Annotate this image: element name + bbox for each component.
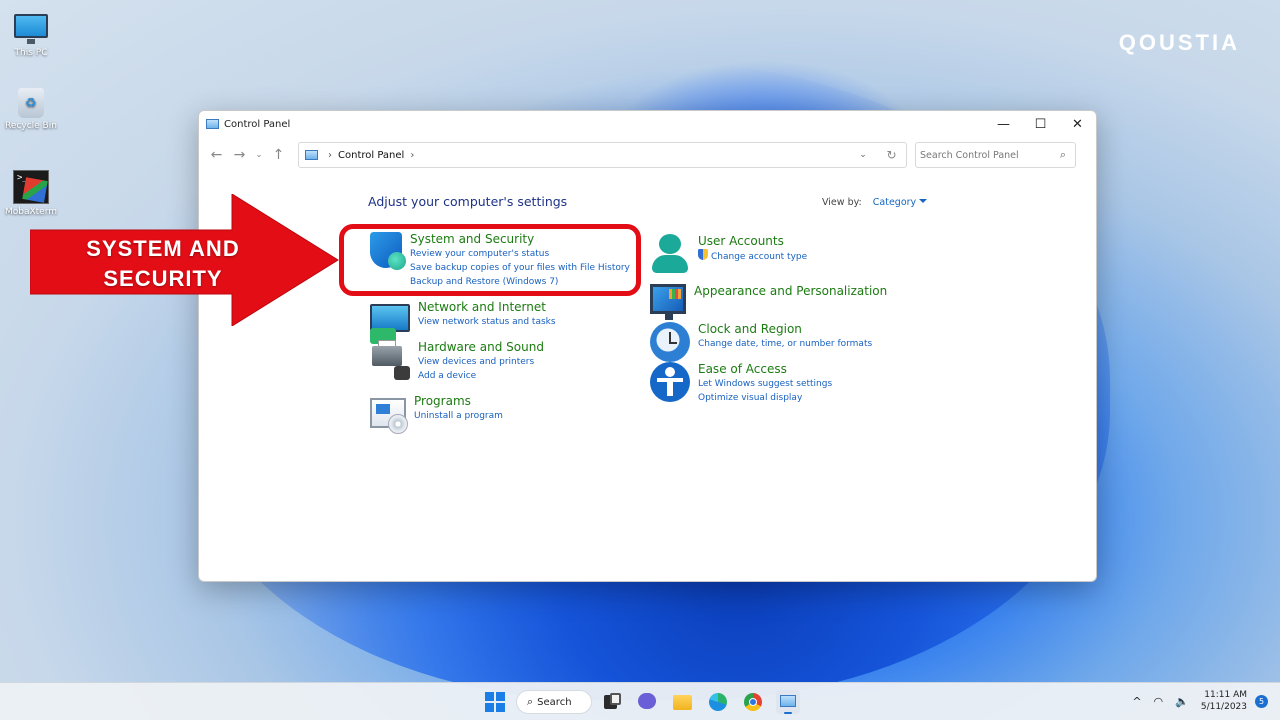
maximize-button[interactable]: ☐ — [1022, 111, 1059, 137]
start-icon[interactable] — [483, 690, 507, 714]
breadcrumb-separator: › — [328, 149, 332, 161]
system-tray: ^ ◠ 🔈 11:11 AM 5/11/2023 5 — [1132, 689, 1268, 713]
address-row: ← → ⌄ ↑ › Control Panel › ⌄ ↻ ⌕ — [199, 137, 1096, 173]
category-title[interactable]: User Accounts — [698, 234, 807, 249]
control-panel-icon — [206, 119, 219, 129]
control-panel-icon[interactable] — [776, 690, 800, 714]
clock[interactable]: 11:11 AM 5/11/2023 — [1201, 689, 1247, 713]
category-appearance: Appearance and Personalization — [650, 284, 887, 320]
view-by-dropdown[interactable]: Category — [873, 197, 916, 208]
category-programs: Programs Uninstall a program — [370, 394, 503, 434]
category-hardware-sound: Hardware and Sound View devices and prin… — [370, 340, 544, 383]
clock-date: 5/11/2023 — [1200, 702, 1247, 712]
category-link[interactable]: Uninstall a program — [414, 409, 503, 423]
desktop-icon-recycle-bin[interactable]: ♻ Recycle Bin — [0, 88, 62, 131]
recycle-bin-icon: ♻ — [18, 88, 44, 118]
uac-shield-icon — [698, 249, 708, 260]
recent-locations-button[interactable]: ⌄ — [251, 150, 267, 160]
search-icon[interactable]: ⌕ — [1051, 148, 1075, 162]
accessibility-icon[interactable] — [650, 362, 690, 402]
category-link[interactable]: Optimize visual display — [698, 391, 832, 405]
window-controls: — ☐ ✕ — [985, 111, 1096, 137]
category-link[interactable]: Let Windows suggest settings — [698, 377, 832, 391]
annotation-label: SYSTEM AND SECURITY — [86, 236, 240, 291]
file-explorer-icon[interactable] — [670, 690, 694, 714]
edge-icon[interactable] — [706, 690, 730, 714]
brand-watermark: QOUSTIA — [1118, 30, 1240, 55]
computer-icon — [14, 14, 48, 44]
address-bar[interactable]: › Control Panel › ⌄ ↻ — [298, 142, 907, 168]
up-button[interactable]: ↑ — [267, 147, 290, 163]
control-panel-window: Control Panel — ☐ ✕ ← → ⌄ ↑ › Control Pa… — [198, 110, 1097, 582]
taskbar-search-button[interactable]: ⌕ Search — [516, 690, 592, 714]
category-link[interactable]: View devices and printers — [418, 355, 544, 369]
window-title: Control Panel — [224, 118, 291, 130]
category-link[interactable]: Add a device — [418, 369, 544, 383]
page-title: Adjust your computer's settings — [368, 194, 568, 209]
category-network-internet: Network and Internet View network status… — [370, 300, 556, 344]
search-box[interactable]: ⌕ — [915, 142, 1076, 168]
category-title[interactable]: Ease of Access — [698, 362, 832, 377]
chevron-up-icon[interactable]: ^ — [1132, 695, 1141, 708]
category-title[interactable]: Hardware and Sound — [418, 340, 544, 355]
forward-button[interactable]: → — [228, 147, 251, 163]
printer-icon[interactable] — [370, 340, 410, 380]
task-view-icon[interactable] — [600, 690, 624, 714]
category-clock-region: Clock and Region Change date, time, or n… — [650, 322, 872, 362]
clock-time: 11:11 AM — [1204, 690, 1247, 700]
speaker-icon[interactable]: 🔈 — [1175, 695, 1189, 708]
wifi-icon[interactable]: ◠ — [1154, 695, 1164, 708]
category-link[interactable]: View network status and tasks — [418, 315, 556, 329]
close-button[interactable]: ✕ — [1059, 111, 1096, 137]
desktop-icon-this-pc[interactable]: This PC — [0, 8, 62, 58]
category-link[interactable]: Change date, time, or number formats — [698, 337, 872, 351]
control-panel-icon — [305, 150, 318, 160]
chevron-down-icon[interactable] — [919, 199, 928, 203]
search-icon: ⌕ — [527, 695, 534, 708]
address-dropdown-button[interactable]: ⌄ — [850, 150, 876, 160]
teams-chat-icon[interactable] — [635, 690, 659, 714]
clock-icon[interactable] — [650, 322, 690, 362]
view-by: View by: Category — [822, 197, 928, 208]
refresh-button[interactable]: ↻ — [876, 148, 906, 162]
breadcrumb-separator[interactable]: › — [410, 150, 414, 161]
category-user-accounts: User Accounts Change account type — [650, 234, 807, 274]
chrome-icon[interactable] — [741, 690, 765, 714]
annotation-highlight-box — [339, 224, 641, 296]
view-by-label: View by: — [822, 197, 862, 208]
notification-badge[interactable]: 5 — [1255, 694, 1268, 708]
taskbar-search-label: Search — [537, 696, 572, 708]
category-title[interactable]: Clock and Region — [698, 322, 872, 337]
category-title[interactable]: Programs — [414, 394, 503, 409]
desktop-icon-label: This PC — [14, 48, 48, 58]
back-button[interactable]: ← — [205, 147, 228, 163]
programs-icon[interactable] — [370, 398, 408, 434]
desktop-icon-label: Recycle Bin — [5, 121, 57, 131]
breadcrumb-control-panel[interactable]: Control Panel — [338, 150, 404, 161]
search-input[interactable] — [920, 149, 1048, 161]
user-icon[interactable] — [650, 234, 690, 274]
category-title[interactable]: Network and Internet — [418, 300, 556, 315]
title-bar[interactable]: Control Panel — ☐ ✕ — [199, 111, 1096, 137]
network-icon[interactable] — [370, 304, 410, 344]
monitor-icon[interactable] — [650, 284, 686, 320]
minimize-button[interactable]: — — [985, 111, 1022, 137]
category-title[interactable]: Appearance and Personalization — [694, 284, 887, 299]
category-ease-of-access: Ease of Access Let Windows suggest setti… — [650, 362, 832, 405]
taskbar: ⌕ Search ^ ◠ 🔈 11:11 AM 5/11/2023 5 — [0, 682, 1280, 720]
category-link[interactable]: Change account type — [698, 249, 807, 264]
